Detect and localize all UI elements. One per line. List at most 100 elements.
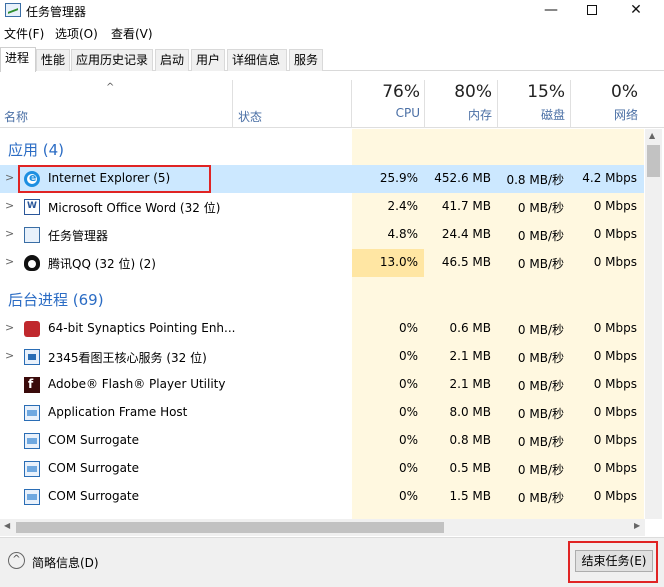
memory-value: 1.5 MB: [449, 489, 491, 503]
vertical-scrollbar[interactable]: ▲: [645, 129, 662, 519]
group-header-apps: 应用 (4): [0, 135, 644, 163]
chevron-right-icon[interactable]: >: [5, 255, 14, 268]
scroll-right-icon[interactable]: ▶: [634, 521, 640, 530]
column-header: ^ 名称 状态 76% CPU 80% 内存 15% 磁盘 0% 网络: [0, 80, 664, 128]
footer-bar: ^ 简略信息(D) 结束任务(E): [0, 537, 664, 587]
network-value: 0 Mbps: [593, 199, 637, 213]
app-window-icon: [24, 433, 40, 449]
memory-value: 0.6 MB: [449, 321, 491, 335]
horizontal-scrollbar[interactable]: ◀ ▶: [0, 519, 645, 536]
tab-users[interactable]: 用户: [191, 49, 225, 71]
process-row[interactable]: COM Surrogate 0% 1.5 MB 0 MB/秒 0 Mbps: [0, 483, 644, 511]
chevron-right-icon[interactable]: >: [5, 321, 14, 334]
horizontal-scroll-thumb[interactable]: [16, 522, 444, 533]
menu-options[interactable]: 选项(O): [55, 25, 98, 42]
window-title: 任务管理器: [26, 5, 87, 19]
process-row[interactable]: Adobe® Flash® Player Utility 0% 2.1 MB 0…: [0, 371, 644, 399]
fewer-details-link[interactable]: 简略信息(D): [32, 554, 99, 571]
tab-services[interactable]: 服务: [289, 49, 323, 71]
disk-value: 0 MB/秒: [517, 435, 564, 449]
column-network[interactable]: 0% 网络: [568, 82, 638, 123]
disk-value: 0 MB/秒: [517, 257, 564, 271]
process-row[interactable]: > 腾讯QQ (32 位) (2) 13.0% 46.5 MB 0 MB/秒 0…: [0, 249, 644, 277]
scroll-up-icon[interactable]: ▲: [649, 131, 655, 140]
sort-arrow-icon: ^: [106, 82, 115, 93]
process-row[interactable]: > 任务管理器 4.8% 24.4 MB 0 MB/秒 0 Mbps: [0, 221, 644, 249]
cpu-value: 0%: [398, 321, 418, 335]
maximize-icon: [587, 5, 597, 15]
process-name: Microsoft Office Word (32 位): [48, 201, 221, 215]
collapse-icon[interactable]: ^: [8, 552, 25, 569]
cpu-value: 2.4%: [387, 199, 419, 213]
process-row[interactable]: > 64-bit Synaptics Pointing Enh... 0% 0.…: [0, 315, 644, 343]
process-row[interactable]: > 2345看图王核心服务 (32 位) 0% 2.1 MB 0 MB/秒 0 …: [0, 343, 644, 371]
2345-viewer-icon: [24, 349, 40, 365]
memory-value: 41.7 MB: [441, 199, 491, 213]
tab-app-history[interactable]: 应用历史记录: [71, 49, 153, 71]
process-row[interactable]: > Microsoft Office Word (32 位) 2.4% 41.7…: [0, 193, 644, 221]
memory-value: 24.4 MB: [441, 227, 491, 241]
memory-value: 0.5 MB: [449, 461, 491, 475]
chevron-right-icon[interactable]: >: [5, 199, 14, 212]
flash-icon: [24, 377, 40, 393]
column-memory[interactable]: 80% 内存: [422, 82, 492, 123]
chevron-right-icon[interactable]: >: [5, 349, 14, 362]
cpu-value: 4.8%: [387, 227, 419, 241]
process-row[interactable]: COM Surrogate 0% 0.5 MB 0 MB/秒 0 Mbps: [0, 455, 644, 483]
close-button[interactable]: ✕: [616, 0, 656, 22]
maximize-button[interactable]: [572, 0, 612, 22]
cpu-value: 0%: [398, 405, 418, 419]
cpu-value: 0%: [398, 489, 418, 503]
process-name: Adobe® Flash® Player Utility: [48, 377, 226, 391]
group-label: 后台进程 (69): [8, 291, 104, 309]
disk-value: 0 MB/秒: [517, 323, 564, 337]
tab-details[interactable]: 详细信息: [227, 49, 287, 71]
task-manager-icon: [5, 3, 21, 17]
highlight-box: [568, 541, 658, 583]
network-value: 0 Mbps: [593, 433, 637, 447]
menu-view[interactable]: 查看(V): [111, 25, 153, 42]
memory-label: 内存: [467, 108, 492, 122]
column-disk[interactable]: 15% 磁盘: [495, 82, 565, 123]
synaptics-icon: [24, 321, 40, 337]
memory-value: 2.1 MB: [449, 349, 491, 363]
disk-percent: 15%: [527, 82, 565, 102]
memory-value: 0.8 MB: [449, 433, 491, 447]
cpu-label: CPU: [395, 106, 420, 120]
process-name: COM Surrogate: [48, 461, 140, 475]
network-value: 0 Mbps: [593, 227, 637, 241]
network-label: 网络: [613, 108, 638, 122]
minimize-button[interactable]: —: [531, 0, 571, 22]
column-status[interactable]: 状态: [238, 108, 262, 125]
column-name[interactable]: 名称: [4, 108, 28, 125]
cpu-value: 0%: [398, 433, 418, 447]
process-name: COM Surrogate: [48, 433, 140, 447]
scroll-left-icon[interactable]: ◀: [4, 521, 10, 530]
chevron-right-icon[interactable]: >: [5, 171, 14, 184]
tab-startup[interactable]: 启动: [155, 49, 189, 71]
tab-processes[interactable]: 进程: [0, 47, 36, 72]
network-value: 4.2 Mbps: [582, 171, 637, 185]
column-cpu[interactable]: 76% CPU: [350, 82, 420, 120]
qq-icon: [24, 255, 40, 271]
column-divider: [232, 80, 233, 128]
process-row[interactable]: COM Surrogate 0% 0.8 MB 0 MB/秒 0 Mbps: [0, 427, 644, 455]
cpu-value: 0%: [398, 461, 418, 475]
app-window-icon: [24, 489, 40, 505]
tab-performance[interactable]: 性能: [36, 49, 70, 71]
memory-value: 8.0 MB: [449, 405, 491, 419]
vertical-scroll-thumb[interactable]: [647, 145, 660, 177]
process-row[interactable]: Application Frame Host 0% 8.0 MB 0 MB/秒 …: [0, 399, 644, 427]
tab-bar: 进程 性能 应用历史记录 启动 用户 详细信息 服务: [0, 47, 664, 72]
task-manager-icon: [24, 227, 40, 243]
disk-value: 0 MB/秒: [517, 463, 564, 477]
network-value: 0 Mbps: [593, 349, 637, 363]
menu-file[interactable]: 文件(F): [4, 25, 44, 42]
network-value: 0 Mbps: [593, 489, 637, 503]
network-percent: 0%: [611, 82, 638, 102]
menu-bar: 文件(F) 选项(O) 查看(V): [0, 24, 664, 44]
highlight-box: [18, 165, 211, 193]
chevron-right-icon[interactable]: >: [5, 227, 14, 240]
cpu-value: 25.9%: [379, 171, 418, 185]
disk-value: 0 MB/秒: [517, 379, 564, 393]
